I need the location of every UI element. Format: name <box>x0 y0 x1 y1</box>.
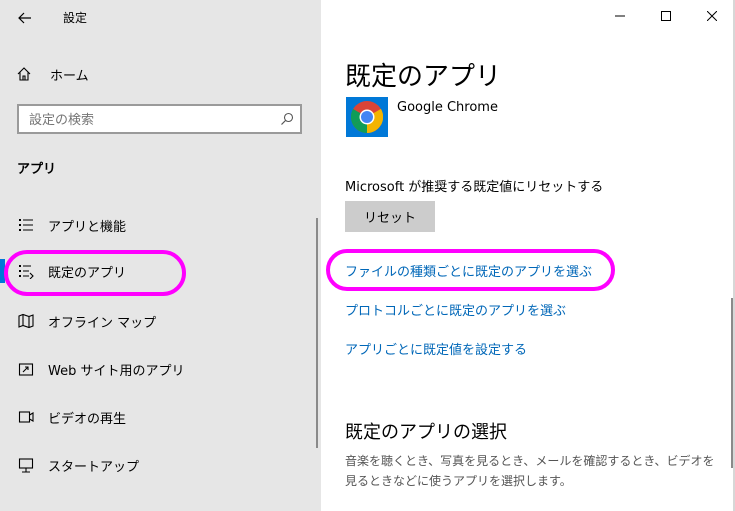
window-controls <box>597 0 735 32</box>
section-title: 既定のアプリの選択 <box>345 422 507 443</box>
chrome-icon <box>350 101 384 134</box>
search-icon[interactable] <box>280 112 294 126</box>
home-icon <box>14 64 34 84</box>
sidebar-item-web-apps[interactable]: Web サイト用のアプリ <box>0 349 300 389</box>
sidebar-section-title: アプリ <box>17 162 57 177</box>
section-description: 音楽を聴くとき、写真を見るとき、メールを確認するとき、ビデオを見るときなどに使う… <box>345 454 715 488</box>
highlight-circle <box>4 250 186 296</box>
list-icon <box>16 215 36 235</box>
startup-icon <box>16 455 36 475</box>
close-icon <box>707 11 717 21</box>
sidebar-scrollbar[interactable] <box>316 218 318 448</box>
page-title: 既定のアプリ <box>345 62 502 92</box>
back-button[interactable] <box>10 6 40 30</box>
sidebar-item-video-playback[interactable]: ビデオの再生 <box>0 397 300 437</box>
sidebar-item-offline-maps[interactable]: オフライン マップ <box>0 301 300 341</box>
video-icon <box>16 407 36 427</box>
sidebar-item-label: ビデオの再生 <box>48 411 127 427</box>
sidebar: 設定 ホーム アプリ アプリと機能 <box>0 0 321 511</box>
reset-button[interactable]: リセット <box>345 201 435 232</box>
search-input[interactable] <box>27 110 271 130</box>
current-app-button[interactable] <box>346 97 388 137</box>
link-by-app[interactable]: アプリごとに既定値を設定する <box>345 339 527 358</box>
close-button[interactable] <box>689 0 735 32</box>
sidebar-item-label: アプリと機能 <box>48 219 127 235</box>
sidebar-item-label: Web サイト用のアプリ <box>48 363 185 379</box>
maximize-icon <box>661 11 671 21</box>
nav-home-label: ホーム <box>50 68 89 84</box>
minimize-button[interactable] <box>597 0 643 32</box>
maximize-button[interactable] <box>643 0 689 32</box>
reset-description: Microsoft が推奨する既定値にリセットする <box>345 180 604 195</box>
back-arrow-icon <box>18 12 31 24</box>
minimize-icon <box>615 15 625 17</box>
link-by-protocol[interactable]: プロトコルごとに既定のアプリを選ぶ <box>345 300 566 319</box>
nav-home[interactable]: ホーム <box>14 62 304 86</box>
sidebar-item-startup[interactable]: スタートアップ <box>0 445 300 485</box>
map-icon <box>16 311 36 331</box>
current-app-name: Google Chrome <box>397 100 498 115</box>
highlight-circle <box>326 249 615 291</box>
sidebar-item-label: オフライン マップ <box>48 315 157 331</box>
open-window-icon <box>16 359 36 379</box>
sidebar-item-apps-features[interactable]: アプリと機能 <box>0 205 300 245</box>
window-title: 設定 <box>63 11 88 25</box>
sidebar-item-label: スタートアップ <box>48 459 140 475</box>
search-box[interactable] <box>17 104 302 134</box>
